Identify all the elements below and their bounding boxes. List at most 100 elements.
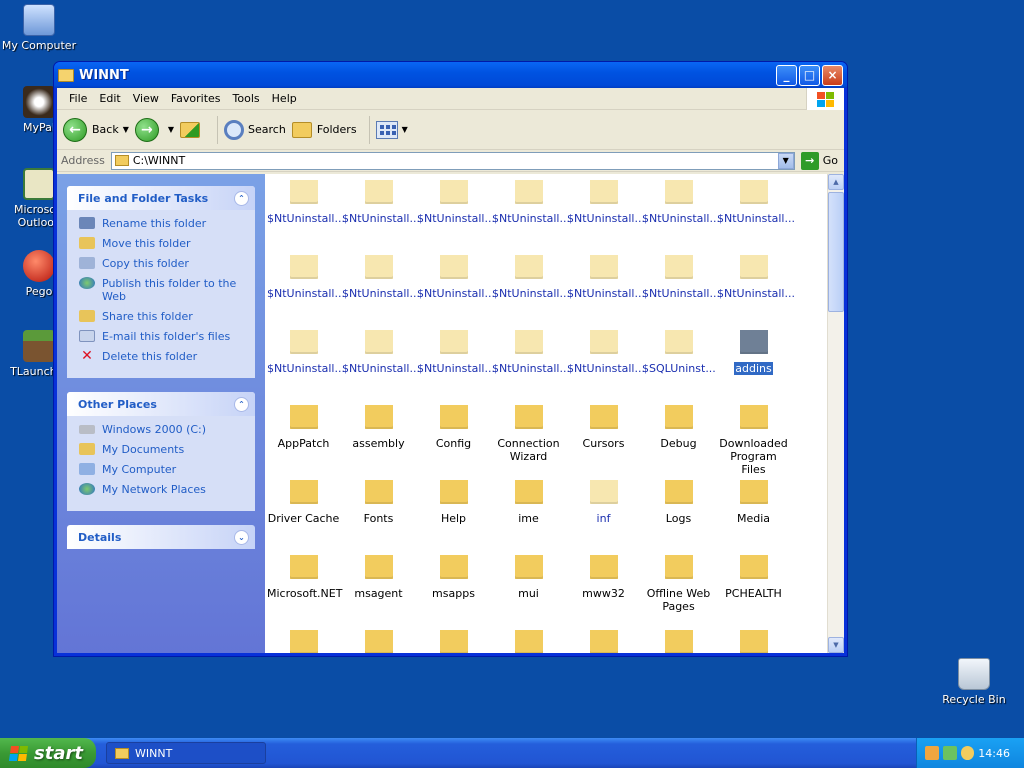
- tray-search-icon[interactable]: [960, 746, 975, 760]
- task-email-files[interactable]: E-mail this folder's files: [79, 330, 247, 343]
- folder-item[interactable]: [416, 630, 491, 653]
- folder-item[interactable]: Config: [416, 405, 491, 450]
- folder-item[interactable]: $NtUninstall...: [341, 180, 420, 225]
- panel-header[interactable]: Details ⌄: [67, 525, 255, 549]
- folder-item[interactable]: Media: [716, 480, 791, 525]
- folder-item[interactable]: [491, 630, 566, 653]
- folder-item[interactable]: $NtUninstall...: [266, 255, 345, 300]
- folder-item[interactable]: Offline Web Pages: [641, 555, 716, 613]
- dropdown-arrow-icon[interactable]: ▼: [402, 125, 408, 134]
- folder-item[interactable]: $NtUninstall...: [491, 180, 570, 225]
- place-network-places[interactable]: My Network Places: [79, 483, 247, 496]
- scroll-up-icon[interactable]: ▲: [828, 174, 844, 190]
- desktop-icon-my-computer[interactable]: My Computer: [0, 4, 78, 52]
- forward-button[interactable]: → ▼: [134, 117, 174, 142]
- folder-item[interactable]: $NtUninstall...: [716, 180, 795, 225]
- minimize-button[interactable]: _: [776, 64, 797, 86]
- back-button[interactable]: ← Back ▼: [63, 117, 129, 142]
- address-input[interactable]: C:\WINNT ▼: [110, 151, 795, 170]
- folder-item[interactable]: ime: [491, 480, 566, 525]
- task-publish-web[interactable]: Publish this folder to the Web: [79, 277, 247, 303]
- menu-file[interactable]: File: [63, 92, 93, 105]
- folder-item[interactable]: $NtUninstall...: [566, 255, 645, 300]
- folder-item[interactable]: msapps: [416, 555, 491, 600]
- folder-item[interactable]: $NtUninstall...: [341, 330, 420, 375]
- folder-item[interactable]: [566, 630, 641, 653]
- place-my-documents[interactable]: My Documents: [79, 443, 247, 456]
- dropdown-arrow-icon[interactable]: ▼: [123, 125, 129, 134]
- task-share-folder[interactable]: Share this folder: [79, 310, 247, 323]
- folder-item[interactable]: Downloaded Program Files: [716, 405, 791, 476]
- start-button[interactable]: start: [0, 738, 96, 768]
- folder-item[interactable]: $NtUninstall...: [266, 180, 345, 225]
- folder-item[interactable]: addins: [716, 330, 791, 375]
- folder-item[interactable]: Connection Wizard: [491, 405, 566, 463]
- address-dropdown-icon[interactable]: ▼: [777, 152, 794, 169]
- folder-item[interactable]: $NtUninstall...: [416, 255, 495, 300]
- folder-item[interactable]: inf: [566, 480, 641, 525]
- folder-item[interactable]: $NtUninstall...: [716, 255, 795, 300]
- desktop-icon-recycle-bin[interactable]: Recycle Bin: [935, 658, 1013, 706]
- scroll-down-icon[interactable]: ▼: [828, 637, 844, 653]
- collapse-chevron-icon[interactable]: ⌃: [234, 396, 249, 412]
- folder-item[interactable]: [341, 630, 416, 653]
- folder-item[interactable]: $NtUninstall...: [641, 255, 720, 300]
- place-my-computer[interactable]: My Computer: [79, 463, 247, 476]
- menu-help[interactable]: Help: [266, 92, 303, 105]
- views-button[interactable]: ▼: [375, 120, 408, 139]
- tray-network-icon[interactable]: [942, 746, 957, 760]
- taskbar-window-button[interactable]: WINNT: [106, 742, 266, 764]
- up-folder-button[interactable]: [180, 121, 205, 138]
- folder-item[interactable]: $NtUninstall...: [341, 255, 420, 300]
- folder-item[interactable]: Fonts: [341, 480, 416, 525]
- go-button[interactable]: → Go: [800, 151, 838, 170]
- menu-view[interactable]: View: [127, 92, 165, 105]
- folder-item[interactable]: [641, 630, 716, 653]
- close-button[interactable]: ×: [822, 64, 843, 86]
- menu-favorites[interactable]: Favorites: [165, 92, 227, 105]
- folder-item[interactable]: Cursors: [566, 405, 641, 450]
- folder-item[interactable]: AppPatch: [266, 405, 341, 450]
- window-titlebar[interactable]: WINNT _ □ ×: [54, 62, 847, 88]
- folder-item[interactable]: msagent: [341, 555, 416, 600]
- place-drive-c[interactable]: Windows 2000 (C:): [79, 423, 247, 436]
- task-copy-folder[interactable]: Copy this folder: [79, 257, 247, 270]
- menu-tools[interactable]: Tools: [227, 92, 266, 105]
- folder-item[interactable]: [266, 630, 341, 653]
- folder-item[interactable]: $NtUninstall...: [641, 180, 720, 225]
- folder-item[interactable]: Driver Cache: [266, 480, 341, 525]
- collapse-chevron-icon[interactable]: ⌃: [234, 190, 249, 206]
- scroll-thumb[interactable]: [828, 192, 844, 312]
- folder-item[interactable]: Microsoft.NET: [266, 555, 342, 600]
- folder-item[interactable]: [716, 630, 791, 653]
- tray-app-icon[interactable]: [925, 746, 939, 760]
- folder-item[interactable]: Logs: [641, 480, 716, 525]
- panel-header[interactable]: File and Folder Tasks ⌃: [67, 186, 255, 210]
- folder-item[interactable]: $NtUninstall...: [566, 180, 645, 225]
- folders-button[interactable]: Folders: [291, 121, 357, 138]
- vertical-scrollbar[interactable]: ▲ ▼: [827, 174, 844, 653]
- folder-item[interactable]: $NtUninstall...: [491, 255, 570, 300]
- panel-header[interactable]: Other Places ⌃: [67, 392, 255, 416]
- expand-chevron-icon[interactable]: ⌄: [234, 529, 249, 545]
- folder-item[interactable]: PCHEALTH: [716, 555, 791, 600]
- folder-item[interactable]: Help: [416, 480, 491, 525]
- folder-item[interactable]: Debug: [641, 405, 716, 450]
- menu-edit[interactable]: Edit: [93, 92, 126, 105]
- maximize-button[interactable]: □: [799, 64, 820, 86]
- folder-item[interactable]: $NtUninstall...: [491, 330, 570, 375]
- folder-item[interactable]: $NtUninstall...: [266, 330, 345, 375]
- task-delete-folder[interactable]: ✕ Delete this folder: [79, 349, 247, 363]
- folder-item[interactable]: mui: [491, 555, 566, 600]
- folder-item[interactable]: $SQLUninst...: [641, 330, 716, 375]
- folder-item[interactable]: $NtUninstall...: [566, 330, 645, 375]
- folder-item[interactable]: mww32: [566, 555, 641, 600]
- file-list[interactable]: $NtUninstall... $NtUninstall... $NtUninsta…: [265, 174, 844, 653]
- dropdown-arrow-icon[interactable]: ▼: [168, 125, 174, 134]
- folder-item[interactable]: assembly: [341, 405, 416, 450]
- task-rename-folder[interactable]: Rename this folder: [79, 217, 247, 230]
- search-button[interactable]: Search: [224, 119, 286, 140]
- folder-item[interactable]: $NtUninstall...: [416, 330, 495, 375]
- folder-item[interactable]: $NtUninstall...: [416, 180, 495, 225]
- task-move-folder[interactable]: Move this folder: [79, 237, 247, 250]
